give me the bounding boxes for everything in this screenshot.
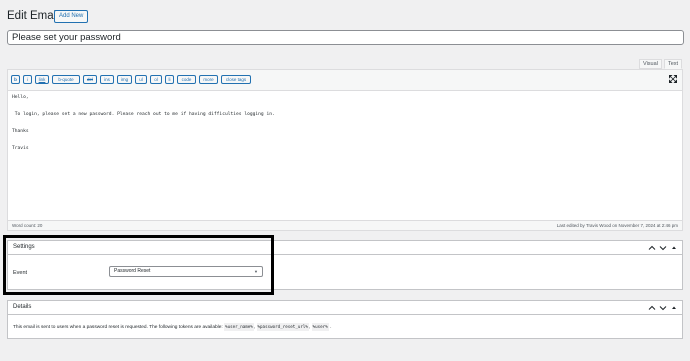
qt-bold-button[interactable]: b	[11, 75, 20, 84]
qt-close-tags-button[interactable]: close tags	[221, 75, 251, 84]
qt-ins-button[interactable]: ins	[100, 75, 114, 84]
qt-img-button[interactable]: img	[117, 75, 132, 84]
qt-ul-button[interactable]: ul	[135, 75, 147, 84]
qt-more-button[interactable]: more	[199, 75, 218, 84]
content-editor: b i link b-quote del ins img ul ol li co…	[7, 69, 683, 231]
qt-bquote-button[interactable]: b-quote	[52, 75, 80, 84]
details-header: Details	[8, 301, 682, 315]
last-edited: Last edited by Travis Wood on November 7…	[556, 223, 678, 228]
content-line: To login, please set a new password. Ple…	[12, 112, 275, 117]
token-user: %user%	[311, 323, 329, 331]
editor-statusbar: Word count: 20 Last edited by Travis Woo…	[8, 220, 682, 230]
title-input[interactable]: Please set your password	[7, 30, 684, 45]
details-text-end: .	[330, 325, 332, 330]
quicktags-toolbar: b i link b-quote del ins img ul ol li co…	[8, 70, 682, 91]
fullscreen-icon[interactable]	[669, 75, 677, 83]
add-new-button[interactable]: Add New	[54, 10, 89, 23]
qt-li-button[interactable]: li	[165, 75, 174, 84]
token-user-name: %user_name%	[224, 323, 254, 331]
qt-italic-button[interactable]: i	[23, 75, 32, 84]
move-up-icon[interactable]	[648, 243, 656, 253]
details-title: Details	[13, 304, 32, 310]
tab-visual[interactable]: Visual	[639, 59, 662, 69]
qt-link-button[interactable]: link	[35, 75, 49, 84]
details-description: This email is sent to users when a passw…	[13, 323, 332, 331]
move-down-icon[interactable]	[659, 243, 667, 253]
word-count: Word count: 20	[12, 223, 43, 228]
token-password-reset-url: %password_reset_url%	[256, 323, 309, 331]
page-title: Edit Email	[7, 10, 59, 22]
content-line: Travis	[12, 146, 29, 151]
collapse-toggle-icon[interactable]	[670, 243, 678, 253]
qt-ol-button[interactable]: ol	[150, 75, 162, 84]
details-handle-actions	[648, 303, 678, 313]
details-text: This email is sent to users when a passw…	[13, 325, 223, 330]
collapse-toggle-icon[interactable]	[670, 303, 678, 313]
qt-code-button[interactable]: code	[177, 75, 196, 84]
tab-text[interactable]: Text	[664, 59, 683, 69]
move-up-icon[interactable]	[648, 303, 656, 313]
settings-handle-actions	[648, 243, 678, 253]
details-postbox: Details This email is sent to users when…	[7, 300, 683, 339]
content-line: Thanks	[12, 129, 29, 134]
highlight-box	[3, 235, 274, 295]
content-line: Hello,	[12, 95, 29, 100]
move-down-icon[interactable]	[659, 303, 667, 313]
qt-del-button[interactable]: del	[83, 75, 97, 84]
